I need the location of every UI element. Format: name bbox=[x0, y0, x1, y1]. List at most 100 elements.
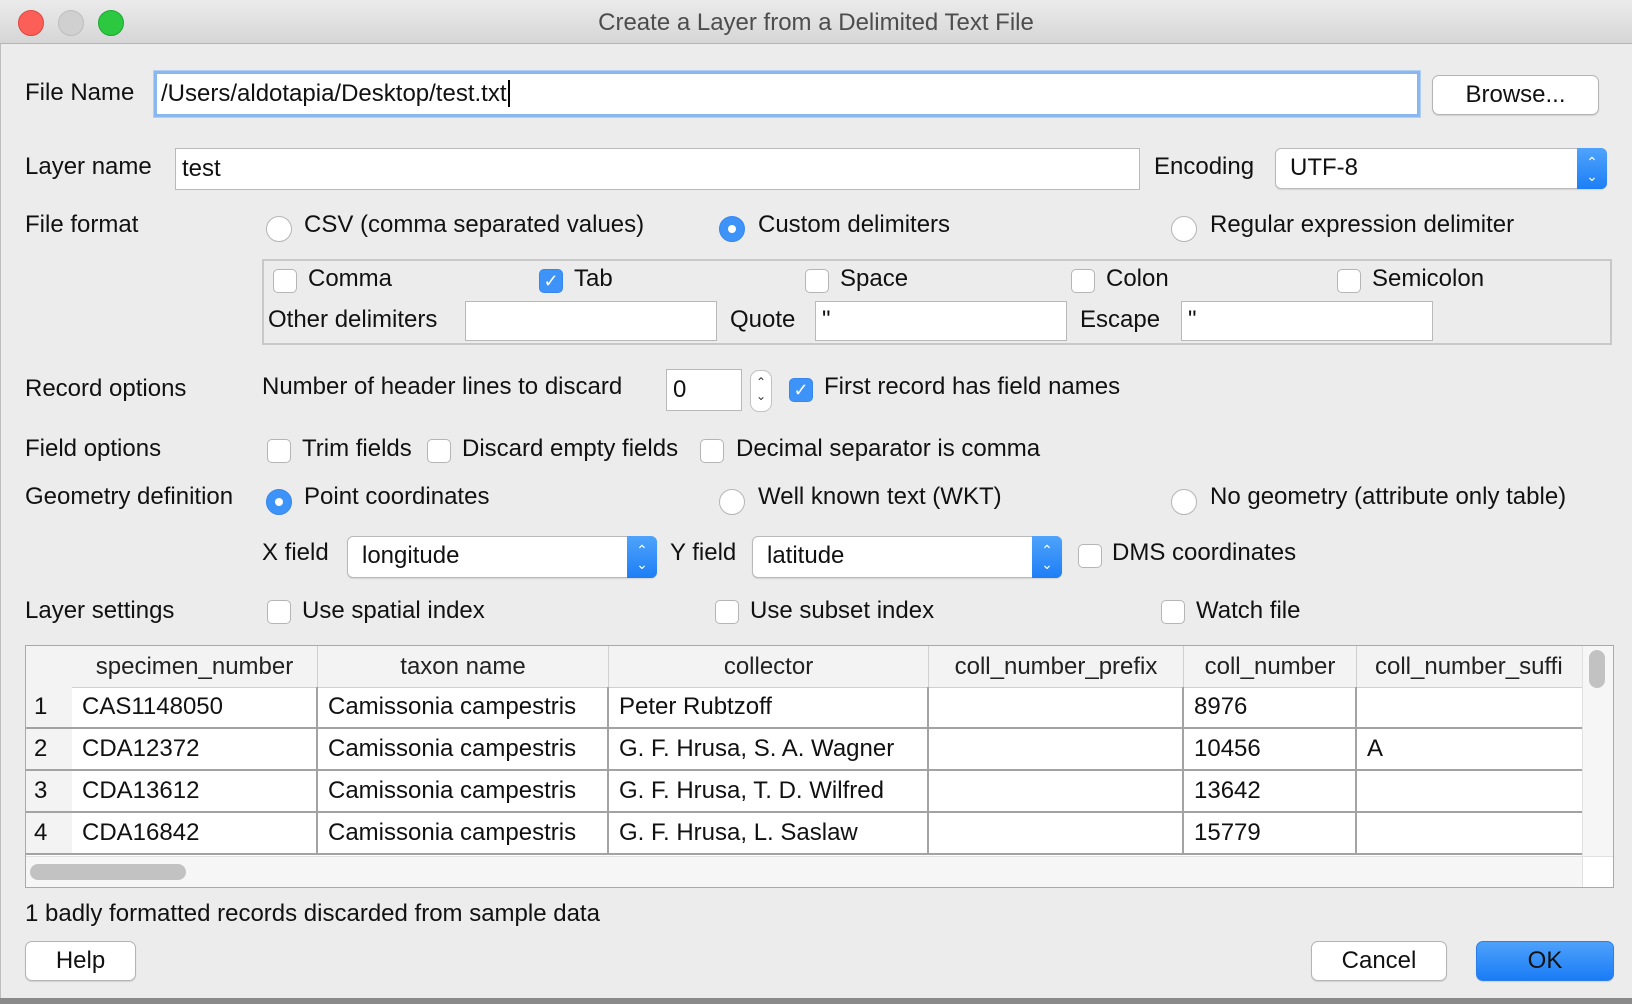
header-lines-label: Number of header lines to discard bbox=[262, 373, 623, 400]
discard-empty-fields-label: Discard empty fields bbox=[462, 435, 679, 462]
checkbox-colon[interactable] bbox=[1071, 269, 1095, 293]
table-row[interactable]: 2 CDA12372 Camissonia campestris G. F. H… bbox=[26, 729, 1583, 771]
table-cell: 8976 bbox=[1184, 687, 1357, 727]
chevron-updown-icon: ⌃ ⌄ bbox=[1577, 148, 1607, 189]
table-cell: Camissonia campestris bbox=[318, 729, 609, 769]
table-row[interactable]: 3 CDA13612 Camissonia campestris G. F. H… bbox=[26, 771, 1583, 813]
radio-regex-delimiter-label: Regular expression delimiter bbox=[1210, 211, 1515, 238]
table-cell: G. F. Hrusa, T. D. Wilfred bbox=[609, 771, 929, 811]
ok-button[interactable]: OK bbox=[1476, 941, 1614, 981]
radio-custom-delimiters[interactable] bbox=[719, 216, 745, 242]
checkbox-dms-coordinates[interactable] bbox=[1078, 544, 1102, 568]
table-cell bbox=[1357, 813, 1583, 853]
table-cell: CAS1148050 bbox=[72, 687, 318, 727]
table-cell: Camissonia campestris bbox=[318, 771, 609, 811]
column-header[interactable]: coll_number_prefix bbox=[929, 646, 1184, 687]
record-options-label: Record options bbox=[25, 375, 187, 402]
layer-name-input[interactable]: test bbox=[175, 148, 1140, 190]
y-field-select[interactable]: latitude ⌃ ⌄ bbox=[752, 536, 1062, 578]
row-number: 2 bbox=[26, 729, 72, 769]
header-lines-stepper[interactable]: ⌃ ⌄ bbox=[750, 370, 772, 412]
radio-point-coordinates[interactable] bbox=[266, 489, 292, 515]
encoding-label: Encoding bbox=[1154, 153, 1255, 180]
checkbox-first-record-field-names[interactable]: ✓ bbox=[789, 378, 813, 402]
radio-custom-delimiters-label: Custom delimiters bbox=[758, 211, 951, 238]
check-icon: ✓ bbox=[793, 380, 809, 400]
wkt-label: Well known text (WKT) bbox=[758, 483, 1002, 510]
radio-wkt[interactable] bbox=[719, 489, 745, 515]
table-cell: G. F. Hrusa, S. A. Wagner bbox=[609, 729, 929, 769]
checkbox-watch-file[interactable] bbox=[1161, 600, 1185, 624]
title-bar: Create a Layer from a Delimited Text Fil… bbox=[0, 0, 1632, 44]
column-header[interactable]: taxon name bbox=[318, 646, 609, 687]
table-cell bbox=[1357, 771, 1583, 811]
checkbox-space-label: Space bbox=[840, 265, 909, 292]
radio-regex-delimiter[interactable] bbox=[1171, 216, 1197, 242]
help-button[interactable]: Help bbox=[25, 941, 136, 981]
table-cell bbox=[929, 771, 1184, 811]
row-number: 3 bbox=[26, 771, 72, 811]
table-row[interactable]: 1 CAS1148050 Camissonia campestris Peter… bbox=[26, 687, 1583, 729]
column-header[interactable]: specimen_number bbox=[72, 646, 318, 687]
header-lines-input[interactable]: 0 bbox=[666, 369, 742, 411]
encoding-select[interactable]: UTF-8 ⌃ ⌄ bbox=[1275, 148, 1607, 189]
checkbox-semicolon[interactable] bbox=[1337, 269, 1361, 293]
dialog-border bbox=[0, 43, 1, 998]
checkbox-comma-label: Comma bbox=[308, 265, 393, 292]
table-cell bbox=[929, 729, 1184, 769]
table-cell: CDA12372 bbox=[72, 729, 318, 769]
other-delimiters-label: Other delimiters bbox=[268, 306, 438, 333]
x-field-select[interactable]: longitude ⌃ ⌄ bbox=[347, 536, 657, 578]
checkbox-trim-fields[interactable] bbox=[267, 439, 291, 463]
table-cell: 13642 bbox=[1184, 771, 1357, 811]
horizontal-scrollbar[interactable] bbox=[26, 856, 1583, 887]
checkbox-space[interactable] bbox=[805, 269, 829, 293]
background-window-strip bbox=[0, 998, 1632, 1004]
file-name-input[interactable]: /Users/aldotapia/Desktop/test.txt bbox=[154, 71, 1420, 117]
encoding-value: UTF-8 bbox=[1290, 154, 1358, 181]
x-field-value: longitude bbox=[362, 542, 460, 569]
checkbox-tab[interactable]: ✓ bbox=[539, 269, 563, 293]
sample-data-table[interactable]: specimen_number taxon name collector col… bbox=[25, 645, 1614, 888]
column-header[interactable]: coll_number_suffi bbox=[1357, 646, 1583, 687]
x-field-label: X field bbox=[262, 539, 329, 566]
layer-settings-label: Layer settings bbox=[25, 597, 175, 624]
radio-csv[interactable] bbox=[266, 216, 292, 242]
radio-no-geometry[interactable] bbox=[1171, 489, 1197, 515]
checkbox-tab-label: Tab bbox=[574, 265, 613, 292]
checkbox-discard-empty-fields[interactable] bbox=[427, 439, 451, 463]
table-cell: 10456 bbox=[1184, 729, 1357, 769]
vertical-scrollbar-thumb[interactable] bbox=[1589, 650, 1605, 688]
point-coordinates-label: Point coordinates bbox=[304, 483, 490, 510]
column-header[interactable]: coll_number bbox=[1184, 646, 1357, 687]
escape-input[interactable]: " bbox=[1181, 301, 1433, 341]
decimal-comma-label: Decimal separator is comma bbox=[736, 435, 1041, 462]
checkbox-decimal-comma[interactable] bbox=[700, 439, 724, 463]
checkbox-subset-index[interactable] bbox=[715, 600, 739, 624]
checkbox-colon-label: Colon bbox=[1106, 265, 1169, 292]
table-cell: CDA16842 bbox=[72, 813, 318, 853]
watch-file-label: Watch file bbox=[1196, 597, 1301, 624]
table-row[interactable]: 4 CDA16842 Camissonia campestris G. F. H… bbox=[26, 813, 1583, 855]
subset-index-label: Use subset index bbox=[750, 597, 935, 624]
other-delimiters-input[interactable] bbox=[465, 301, 717, 341]
radio-csv-label: CSV (comma separated values) bbox=[304, 211, 645, 238]
browse-button[interactable]: Browse... bbox=[1432, 75, 1599, 115]
horizontal-scrollbar-thumb[interactable] bbox=[30, 864, 186, 880]
table-cell bbox=[929, 687, 1184, 727]
no-geometry-label: No geometry (attribute only table) bbox=[1210, 483, 1567, 510]
table-cell bbox=[1357, 687, 1583, 727]
file-format-label: File format bbox=[25, 211, 139, 238]
vertical-scrollbar[interactable] bbox=[1582, 646, 1613, 858]
checkbox-spatial-index[interactable] bbox=[267, 600, 291, 624]
quote-input[interactable]: " bbox=[815, 301, 1067, 341]
scrollbar-corner bbox=[1582, 856, 1613, 887]
table-header: specimen_number taxon name collector col… bbox=[26, 646, 1583, 688]
chevron-updown-icon: ⌃ ⌄ bbox=[627, 536, 657, 578]
y-field-value: latitude bbox=[767, 542, 845, 569]
quote-label: Quote bbox=[730, 306, 796, 333]
dms-coordinates-label: DMS coordinates bbox=[1112, 539, 1297, 566]
cancel-button[interactable]: Cancel bbox=[1311, 941, 1447, 981]
checkbox-comma[interactable] bbox=[273, 269, 297, 293]
column-header[interactable]: collector bbox=[609, 646, 929, 687]
